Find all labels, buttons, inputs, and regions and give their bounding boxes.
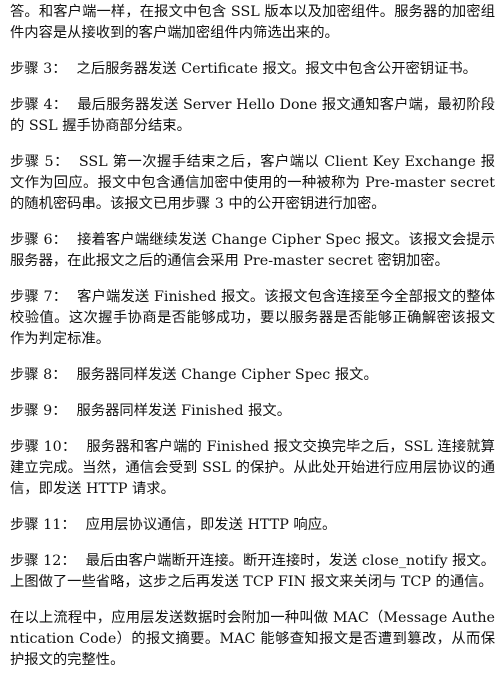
step-7-paragraph: 步骤 7： 客户端发送 Finished 报文。该报文包含连接至今全部报文的整体校…: [10, 287, 495, 350]
step-12-text: 最后由客户端断开连接。断开连接时，发送 close_notify 报文。上图做了…: [10, 553, 495, 590]
closing-paragraph: 在以上流程中，应用层发送数据时会附加一种叫做 MAC（Message Authe…: [10, 610, 495, 668]
step-8-paragraph: 步骤 8： 服务器同样发送 Change Cipher Spec 报文。: [10, 365, 495, 386]
step-5-text: SSL 第一次握手结束之后，客户端以 Client Key Exchange 报…: [10, 154, 495, 212]
step-7-text: 客户端发送 Finished 报文。该报文包含连接至今全部报文的整体校验值。这次…: [10, 289, 495, 347]
step-11-label: 步骤 11：: [10, 517, 76, 533]
step-9-text: 服务器同样发送 Finished 报文。: [76, 403, 292, 419]
step-12-label: 步骤 12：: [10, 553, 76, 569]
step-5-paragraph: 步骤 5： SSL 第一次握手结束之后，客户端以 Client Key Excha…: [10, 152, 495, 215]
step-4-label: 步骤 4：: [10, 97, 68, 113]
step-5-label: 步骤 5：: [10, 154, 69, 170]
step-7-label: 步骤 7：: [10, 289, 68, 305]
document-page: 答。和客户端一样，在报文中包含 SSL 版本以及加密组件。服务器的加密组件内容是…: [0, 0, 503, 691]
step-8-label: 步骤 8：: [10, 367, 67, 383]
step-10-label: 步骤 10：: [10, 439, 77, 455]
step-6-label: 步骤 6：: [10, 232, 68, 248]
step-4-paragraph: 步骤 4： 最后服务器发送 Server Hello Done 报文通知客户端，最…: [10, 95, 495, 137]
step-3-label: 步骤 3：: [10, 61, 67, 77]
step-9-paragraph: 步骤 9： 服务器同样发送 Finished 报文。: [10, 401, 495, 422]
step-10-text: 服务器和客户端的 Finished 报文交换完毕之后，SSL 连接就算建立完成。…: [10, 439, 495, 497]
step-12-paragraph: 步骤 12： 最后由客户端断开连接。断开连接时，发送 close_notify 报…: [10, 551, 495, 593]
step-10-paragraph: 步骤 10： 服务器和客户端的 Finished 报文交换完毕之后，SSL 连接就…: [10, 437, 495, 500]
step-6-paragraph: 步骤 6： 接着客户端继续发送 Change Cipher Spec 报文。该报文…: [10, 230, 495, 272]
intro-paragraph: 答。和客户端一样，在报文中包含 SSL 版本以及加密组件。服务器的加密组件内容是…: [10, 4, 495, 41]
step-11-text: 应用层协议通信，即发送 HTTP 响应。: [85, 517, 337, 533]
step-4-text: 最后服务器发送 Server Hello Done 报文通知客户端，最初阶段的 …: [10, 97, 496, 134]
step-8-text: 服务器同样发送 Change Cipher Spec 报文。: [76, 367, 378, 383]
step-11-paragraph: 步骤 11： 应用层协议通信，即发送 HTTP 响应。: [10, 515, 495, 536]
step-3-text: 之后服务器发送 Certificate 报文。报文中包含公开密钥证书。: [76, 61, 477, 77]
step-3-paragraph: 步骤 3： 之后服务器发送 Certificate 报文。报文中包含公开密钥证书。: [10, 59, 495, 80]
step-6-text: 接着客户端继续发送 Change Cipher Spec 报文。该报文会提示服务…: [10, 232, 496, 269]
step-9-label: 步骤 9：: [10, 403, 67, 419]
